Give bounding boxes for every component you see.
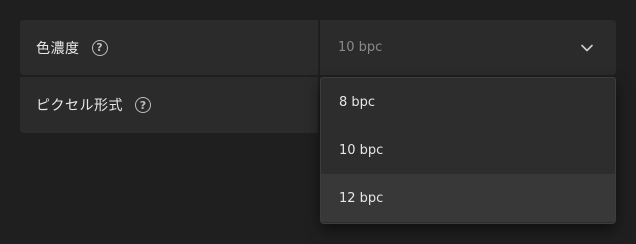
color-depth-label: 色濃度 [36, 40, 80, 57]
color-depth-selected-value: 10 bpc [338, 40, 383, 55]
help-circle-icon[interactable]: ? [91, 39, 108, 56]
dropdown-option[interactable]: 12 bpc [321, 174, 615, 222]
color-depth-row: 色濃度 ? 10 bpc [20, 20, 616, 75]
color-depth-label-cell: 色濃度 ? [20, 20, 318, 75]
dropdown-option[interactable]: 8 bpc [321, 78, 615, 126]
color-depth-select[interactable]: 10 bpc [320, 20, 616, 75]
color-depth-dropdown-menu: 8 bpc 10 bpc 12 bpc [320, 77, 616, 224]
chevron-down-icon [581, 44, 593, 51]
pixel-format-label: ピクセル形式 [36, 98, 123, 114]
help-circle-icon[interactable]: ? [135, 97, 151, 113]
pixel-format-label-cell: ピクセル形式 ? [20, 77, 318, 133]
dropdown-option[interactable]: 10 bpc [321, 126, 615, 174]
